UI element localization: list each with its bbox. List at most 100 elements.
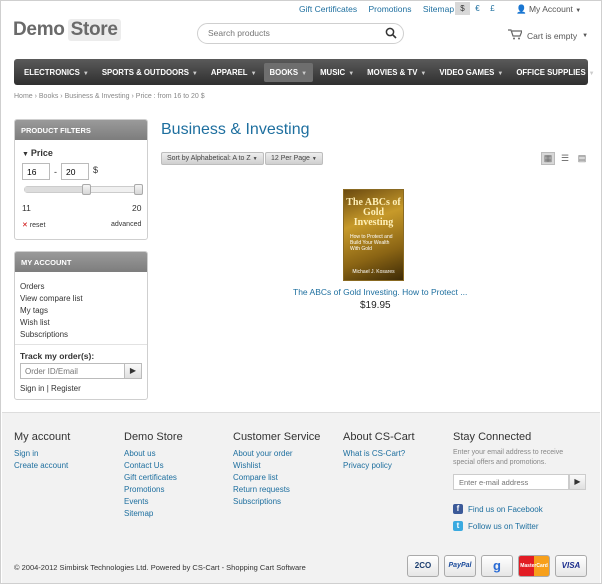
currency-selector: $ € £ (455, 2, 500, 15)
facebook-label: Find us on Facebook (468, 504, 543, 514)
price-filter-toggle[interactable]: ▼ Price (22, 148, 53, 158)
footer-link[interactable]: Subscriptions (233, 496, 320, 508)
price-filter-title: Price (30, 148, 53, 158)
footer-link[interactable]: Promotions (124, 484, 183, 496)
chevron-down-icon: ▼ (497, 70, 504, 77)
breadcrumb[interactable]: Home › Books › Business & Investing › Pr… (14, 93, 205, 100)
reset-label: reset (29, 222, 46, 229)
footer-link[interactable]: Gift certificates (124, 472, 183, 484)
footer-heading: Customer Service (233, 431, 321, 443)
sign-in-link[interactable]: Sign in (20, 384, 44, 393)
reset-filter-link[interactable]: ✕ reset (22, 221, 45, 229)
wish-list-link[interactable]: Wish list (20, 317, 83, 329)
nav-books[interactable]: BOOKS ▼ (263, 62, 314, 82)
footer-link[interactable]: About us (124, 448, 183, 460)
footer-link[interactable]: Compare list (233, 472, 320, 484)
view-compare-list-link[interactable]: View compare list (20, 293, 83, 305)
search-icon[interactable] (385, 27, 397, 41)
track-orders-title: Track my order(s): (20, 351, 95, 361)
nav-electronics[interactable]: ELECTRONICS ▼ (18, 63, 95, 82)
product-image[interactable]: The ABCs of Gold Investing How to Protec… (343, 189, 404, 281)
price-min-input[interactable] (22, 163, 50, 180)
chevron-down-icon: ▼ (588, 70, 595, 77)
nav-movies-tv[interactable]: MOVIES & TV ▼ (361, 63, 432, 82)
footer-link[interactable]: About your order (233, 448, 320, 460)
payment-methods: 2CO PayPal g MasterCard VISA (407, 555, 587, 577)
footer-link[interactable]: Return requests (233, 484, 320, 496)
sort-dropdown[interactable]: Sort by Alphabetical: A to Z ▼ (161, 152, 264, 165)
cart-label: Cart is empty (527, 30, 578, 41)
sitemap-link[interactable]: Sitemap (423, 4, 454, 14)
my-account-menu[interactable]: 👤 My Account ▼ (516, 4, 581, 15)
facebook-link[interactable]: f Find us on Facebook (453, 504, 543, 514)
signin-register: Sign in | Register (20, 384, 81, 393)
slider-handle-min[interactable] (82, 184, 91, 195)
chevron-down-icon: ▼ (311, 156, 317, 162)
google-checkout-logo: g (481, 555, 513, 577)
nav-label: MOVIES & TV (367, 67, 418, 77)
nav-apparel[interactable]: APPAREL ▼ (205, 63, 263, 82)
subscriptions-link[interactable]: Subscriptions (20, 329, 83, 341)
cover-subtitle: How to Protect and Build Your Wealth Wit… (350, 234, 393, 252)
newsletter-email-input[interactable] (453, 474, 569, 490)
product-filters-panel: PRODUCT FILTERS ▼ Price - $ 11 20 ✕ rese… (14, 119, 148, 240)
price-max-input[interactable] (61, 163, 89, 180)
view-switcher: ▦ ☰ ▤ (541, 152, 589, 165)
per-page-dropdown[interactable]: 12 Per Page ▼ (265, 152, 323, 165)
my-tags-link[interactable]: My tags (20, 305, 83, 317)
nav-label: SPORTS & OUTDOORS (101, 67, 189, 77)
store-logo[interactable]: Demo Store (13, 19, 121, 41)
copyright: © 2004-2012 Simbirsk Technologies Ltd. P… (14, 563, 306, 572)
chevron-down-icon: ▼ (582, 32, 589, 39)
advanced-filter-link[interactable]: advanced (111, 221, 141, 228)
currency-usd[interactable]: $ (455, 2, 470, 15)
gift-certificates-link[interactable]: Gift Certificates (299, 4, 357, 14)
price-slider[interactable] (24, 184, 143, 195)
footer-sign-in-link[interactable]: Sign in (14, 448, 70, 460)
grid-view-icon[interactable]: ▦ (541, 152, 555, 165)
footer-link[interactable]: What is CS-Cart? (343, 448, 415, 460)
product-filters-title: PRODUCT FILTERS (15, 120, 147, 140)
currency-gbp[interactable]: £ (485, 2, 500, 15)
play-arrow-icon: ▶ (129, 366, 137, 375)
footer-link[interactable]: Privacy policy (343, 460, 415, 472)
footer-heading: About CS-Cart (343, 431, 415, 443)
nav-label: BOOKS (269, 67, 299, 77)
nav-label: ELECTRONICS (24, 67, 80, 77)
nav-sports-outdoors[interactable]: SPORTS & OUTDOORS ▼ (96, 63, 204, 82)
newsletter-submit-button[interactable]: ▶ (569, 474, 586, 490)
currency-eur[interactable]: € (470, 2, 485, 15)
footer-create-account-link[interactable]: Create account (14, 460, 70, 472)
footer-link[interactable]: Wishlist (233, 460, 320, 472)
promotions-link[interactable]: Promotions (368, 4, 411, 14)
register-link[interactable]: Register (51, 384, 81, 393)
track-order-button[interactable]: ▶ (124, 363, 142, 379)
footer-heading: My account (14, 431, 71, 443)
nav-video-games[interactable]: VIDEO GAMES ▼ (433, 63, 509, 82)
twitter-link[interactable]: t Follow us on Twitter (453, 521, 539, 531)
chevron-down-icon: ▼ (420, 70, 427, 77)
user-icon: 👤 (516, 4, 527, 14)
logo-text-demo: Demo (13, 19, 65, 40)
table-view-icon[interactable]: ▤ (575, 152, 589, 165)
nav-office-supplies[interactable]: OFFICE SUPPLIES ▼ (510, 63, 600, 82)
product-title-link[interactable]: The ABCs of Gold Investing. How to Prote… (293, 287, 467, 297)
paypal-logo: PayPal (444, 555, 476, 577)
nav-label: MUSIC (320, 67, 346, 77)
page-title: Business & Investing (161, 121, 310, 138)
cart-widget[interactable]: Cart is empty ▼ (508, 29, 588, 42)
orders-link[interactable]: Orders (20, 281, 83, 293)
slider-handle-max[interactable] (134, 184, 143, 195)
footer-link[interactable]: Contact Us (124, 460, 183, 472)
footer-link[interactable]: Events (124, 496, 183, 508)
footer-link[interactable]: Sitemap (124, 508, 183, 520)
search-input[interactable] (208, 28, 378, 38)
list-view-icon[interactable]: ☰ (558, 152, 572, 165)
2co-logo: 2CO (407, 555, 439, 577)
order-id-input[interactable] (20, 363, 130, 379)
twitter-icon: t (453, 521, 463, 531)
divider (15, 344, 147, 345)
footer-about: About CS-Cart What is CS-Cart? Privacy p… (343, 431, 415, 472)
chevron-down-icon: ▼ (575, 8, 582, 14)
nav-music[interactable]: MUSIC ▼ (314, 63, 360, 82)
